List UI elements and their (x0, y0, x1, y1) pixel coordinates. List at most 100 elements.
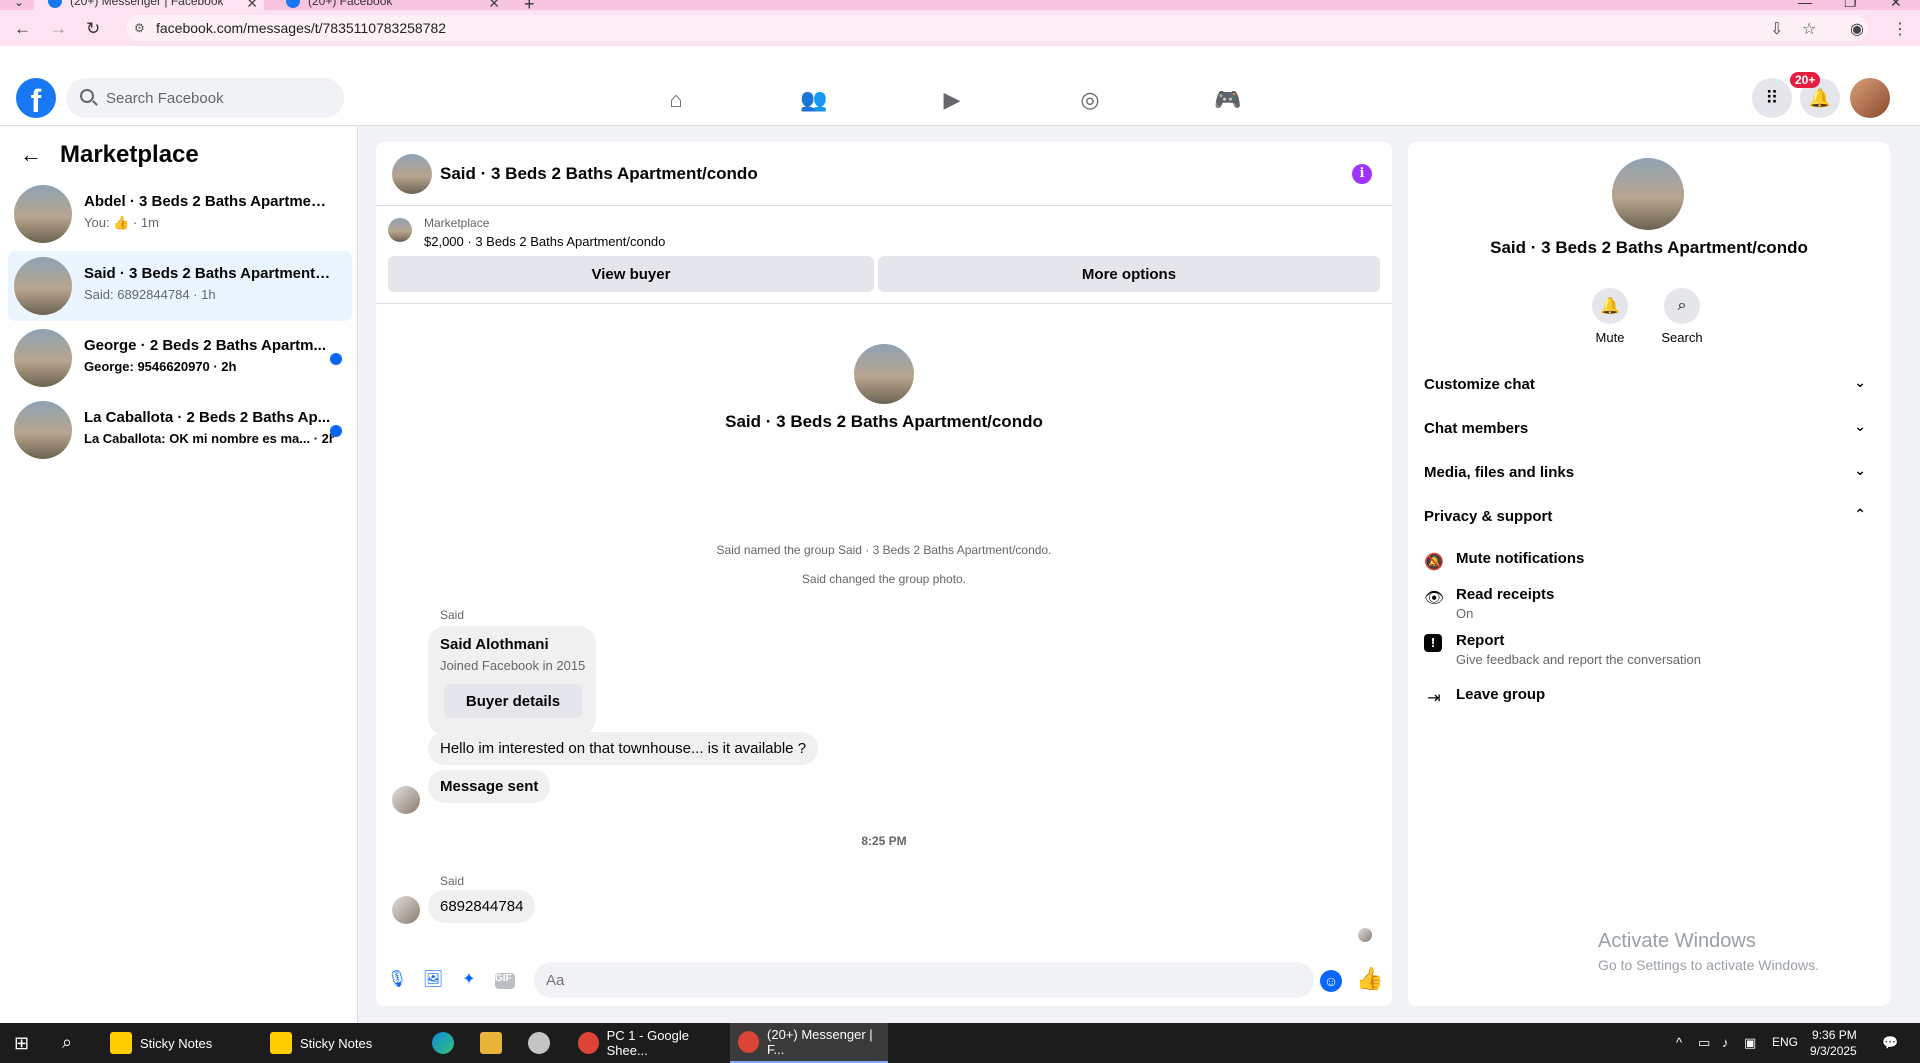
seen-by-avatar (1358, 928, 1372, 942)
taskbar-chrome-sheets[interactable]: PC 1 - Google Shee... (570, 1023, 726, 1063)
windows-start-icon[interactable]: ⊞ (14, 1033, 29, 1054)
sticker-icon[interactable]: ✦ (458, 968, 480, 990)
facebook-logo-icon[interactable]: f (16, 78, 56, 118)
taskbar-sticky-notes-2[interactable]: Sticky Notes (264, 1023, 424, 1063)
chat-item-george[interactable]: George · 2 Beds 2 Baths Apartm... George… (8, 323, 352, 393)
section-chat-members[interactable]: Chat members ⌄ (1424, 410, 1874, 446)
mute-notifications-item[interactable]: 🔕 Mute notifications (1424, 550, 1874, 574)
mute-action[interactable]: 🔔 Mute (1570, 288, 1650, 345)
forward-icon[interactable]: → (50, 19, 67, 39)
taskbar-search-icon[interactable]: ⌕ (62, 1032, 72, 1053)
buyer-details-button[interactable]: Buyer details (444, 684, 582, 718)
search-input[interactable]: Search Facebook (66, 78, 344, 118)
browser-tab-facebook[interactable]: (20+) Facebook ✕ (276, 0, 506, 10)
marketplace-chat-list: ← Marketplace Abdel · 3 Beds 2 Baths Apa… (0, 127, 358, 1023)
more-options-button[interactable]: More options (878, 256, 1380, 292)
bookmark-star-icon[interactable]: ☆ (1802, 19, 1816, 39)
profile-icon[interactable]: ◉ (1850, 19, 1864, 39)
account-avatar[interactable] (1850, 78, 1890, 118)
search-action[interactable]: ⌕ Search (1642, 288, 1722, 345)
chat-item-abdel[interactable]: Abdel · 3 Beds 2 Baths Apartment/... You… (8, 179, 352, 249)
browser-tab-strip: ⌄ (20+) Messenger | Facebook ✕ (20+) Fac… (0, 0, 1920, 14)
browser-tab-messenger[interactable]: (20+) Messenger | Facebook ✕ (34, 0, 264, 10)
section-customize-chat[interactable]: Customize chat ⌄ (1424, 366, 1874, 402)
gaming-icon[interactable]: 🎮 (1214, 86, 1242, 114)
conversation-info-icon[interactable]: i (1352, 164, 1372, 184)
conversation-title[interactable]: Said · 3 Beds 2 Baths Apartment/condo (440, 164, 758, 184)
home-icon[interactable]: ⌂ (662, 86, 690, 114)
message-bubble[interactable]: 6892844784 (428, 890, 536, 923)
chat-name: Abdel · 3 Beds 2 Baths Apartment/... (84, 193, 334, 210)
video-icon[interactable]: ▶ (938, 86, 966, 114)
close-tab-icon[interactable]: ✕ (488, 0, 500, 10)
menu-grid-icon[interactable]: ⠿ (1752, 78, 1792, 118)
chat-item-said[interactable]: Said · 3 Beds 2 Baths Apartment/c... Sai… (8, 251, 352, 321)
group-photo (1612, 158, 1684, 230)
emoji-icon[interactable]: ☺ (1320, 970, 1342, 992)
conversation-avatar[interactable] (392, 154, 432, 194)
tray-overflow-icon[interactable]: ^ (1676, 1035, 1682, 1050)
chevron-down-icon: ⌄ (1854, 462, 1866, 478)
view-buyer-button[interactable]: View buyer (388, 256, 874, 292)
chat-preview: La Caballota: OK mi nombre es ma... · 2h (84, 431, 334, 446)
meet-now-icon[interactable]: ▣ (1744, 1035, 1756, 1051)
mute-label: Mute (1595, 330, 1625, 345)
chevron-down-icon: ⌄ (1854, 374, 1866, 390)
facebook-favicon-icon (48, 0, 62, 8)
sticky-notes-icon (270, 1032, 292, 1054)
address-bar[interactable]: ⚙ facebook.com/messages/t/78351107832587… (126, 15, 1868, 41)
reload-icon[interactable]: ↻ (86, 19, 100, 39)
group-photo (854, 344, 914, 404)
photo-attach-icon[interactable]: 🖼 (422, 968, 444, 990)
system-message: Said named the group Said · 3 Beds 2 Bat… (716, 543, 1052, 557)
microphone-icon[interactable]: 🎙 (386, 968, 408, 990)
taskbar-chrome-messenger[interactable]: (20+) Messenger | F... (730, 1023, 888, 1063)
browser-menu-icon[interactable]: ⋮ (1892, 19, 1908, 39)
read-receipts-item[interactable]: 👁 Read receipts On (1424, 586, 1874, 626)
language-indicator[interactable]: ENG (1772, 1035, 1798, 1049)
chevron-down-icon: ⌄ (1854, 418, 1866, 434)
chat-preview: Said: 6892844784 · 1h (84, 287, 216, 302)
chat-name: Said · 3 Beds 2 Baths Apartment/c... (84, 265, 334, 282)
buyer-name: Said Alothmani (440, 636, 549, 653)
back-icon[interactable]: ← (14, 19, 31, 39)
listing-thumbnail (388, 218, 412, 242)
groups-icon[interactable]: ◎ (1076, 86, 1104, 114)
chat-item-la-caballota[interactable]: La Caballota · 2 Beds 2 Baths Ap... La C… (8, 395, 352, 465)
sender-avatar[interactable] (392, 786, 420, 814)
listing-price[interactable]: $2,000 · 3 Beds 2 Baths Apartment/condo (424, 234, 665, 249)
gif-icon[interactable]: GIF (494, 968, 516, 990)
taskbar-sticky-notes-1[interactable]: Sticky Notes (104, 1023, 264, 1063)
chat-list-header: ← Marketplace (20, 141, 199, 169)
network-icon[interactable]: ▭ (1698, 1035, 1710, 1051)
message-input[interactable] (534, 962, 1314, 998)
close-tab-icon[interactable]: ✕ (246, 0, 258, 10)
group-name: Said · 3 Beds 2 Baths Apartment/condo (1490, 238, 1808, 257)
file-explorer-icon[interactable] (480, 1032, 502, 1054)
chat-info-pane: Said · 3 Beds 2 Baths Apartment/condo 🔔 … (1408, 142, 1890, 1006)
section-media-files-links[interactable]: Media, files and links ⌄ (1424, 454, 1874, 490)
tab-search-chevron-icon[interactable]: ⌄ (14, 0, 24, 9)
eye-icon: 👁 (1424, 590, 1445, 607)
sender-avatar[interactable] (392, 896, 420, 924)
section-privacy-support[interactable]: Privacy & support ⌃ (1424, 498, 1874, 534)
report-item[interactable]: ! Report Give feedback and report the co… (1424, 632, 1874, 672)
back-arrow-icon[interactable]: ← (20, 142, 42, 168)
volume-icon[interactable]: ♪ (1722, 1035, 1729, 1050)
edge-browser-icon[interactable] (432, 1032, 454, 1054)
leave-group-item[interactable]: ⇥ Leave group (1424, 686, 1874, 710)
notification-center-icon[interactable]: 💬 (1882, 1035, 1898, 1051)
windows-taskbar: ⊞ ⌕ Sticky Notes Sticky Notes PC 1 - Goo… (0, 1023, 1920, 1063)
app-icon[interactable] (528, 1032, 550, 1054)
friends-icon[interactable]: 👥 (800, 86, 828, 114)
minimize-icon[interactable]: — (1798, 0, 1812, 10)
install-app-icon[interactable]: ⇩ (1770, 19, 1783, 39)
taskbar-clock[interactable]: 9:36 PM 9/3/2025 (1810, 1027, 1857, 1059)
facebook-favicon-icon (286, 0, 300, 8)
like-thumb-icon[interactable]: 👍 (1356, 966, 1383, 992)
bell-off-icon: 🔕 (1424, 554, 1444, 571)
listing-thumbnail (14, 329, 72, 387)
site-info-icon[interactable]: ⚙ (134, 21, 145, 35)
message-bubble[interactable]: Hello im interested on that townhouse...… (428, 732, 819, 765)
message-bubble[interactable]: Message sent (428, 770, 551, 803)
